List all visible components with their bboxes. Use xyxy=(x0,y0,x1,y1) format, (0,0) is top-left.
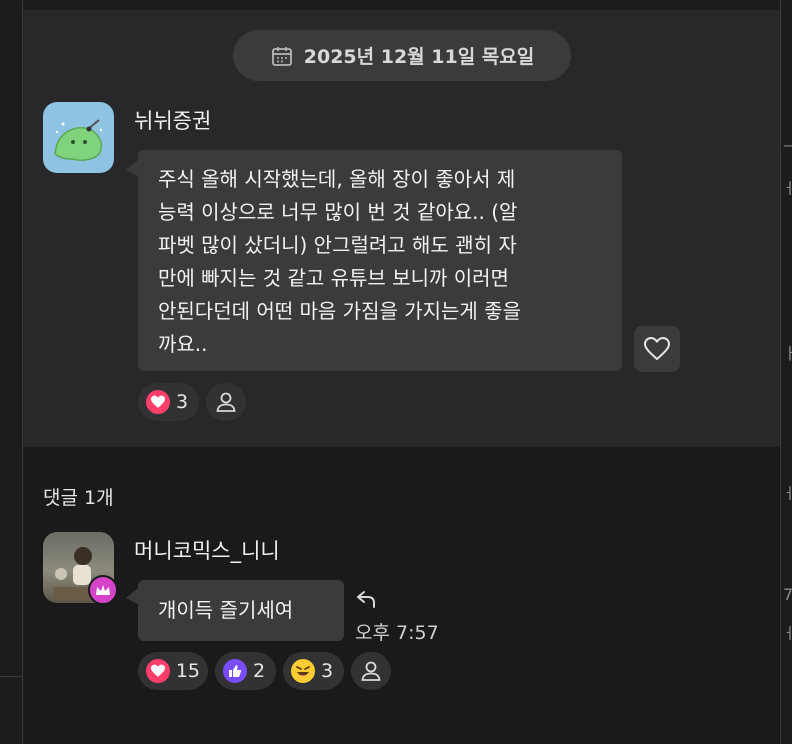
grinning-face-reaction-icon xyxy=(291,659,315,683)
clipped-text: ㅔ xyxy=(783,620,792,644)
heart-outline-icon xyxy=(644,337,670,361)
reply-button[interactable] xyxy=(355,589,377,609)
post-text-line: 주식 올해 시작했는데, 올해 장이 좋아서 제 xyxy=(158,167,516,191)
clipped-text: ㅡ xyxy=(783,133,792,157)
reaction-thumbs-up[interactable]: 2 xyxy=(215,652,276,690)
comment-author-name[interactable]: 머니코믹스_니니 xyxy=(134,535,280,565)
like-button[interactable] xyxy=(634,326,680,372)
bubble-tail xyxy=(126,588,138,604)
reaction-count: 3 xyxy=(176,391,189,413)
post-text-line: 까요.. xyxy=(158,332,208,356)
clipped-text: ㅏ xyxy=(783,340,792,364)
comment-bubble: 개이득 즐기세여 xyxy=(138,580,344,641)
post-text-line: 파벳 많이 샀더니) 안그럴려고 해도 괜히 자 xyxy=(158,233,517,257)
bubble-tail xyxy=(126,160,138,176)
reaction-count: 15 xyxy=(175,660,200,682)
person-icon xyxy=(216,392,236,412)
person-icon xyxy=(361,661,381,681)
calendar-icon xyxy=(271,46,292,66)
post-author-avatar[interactable] xyxy=(43,102,114,173)
heart-reaction-icon xyxy=(146,390,170,414)
chat-thread: 2025년 12월 11일 목요일 뉘뉘증권 주식 올해 시작했는데, 올해 장… xyxy=(23,0,780,744)
post-text-line: 안된다던데 어떤 마음 가짐을 가지는게 좋을 xyxy=(158,299,521,323)
comments-count-label: 댓글 1개 xyxy=(43,487,114,509)
add-reaction-button[interactable] xyxy=(351,652,391,690)
creature-avatar-icon xyxy=(54,119,103,162)
clipped-text: 7 xyxy=(783,585,792,604)
heart-reaction-icon xyxy=(146,659,170,683)
reaction-heart[interactable]: 15 xyxy=(138,652,208,690)
post-text-line: 능력 이상으로 너무 많이 번 것 같아요.. (알 xyxy=(158,200,518,224)
post-section: 2025년 12월 11일 목요일 뉘뉘증권 주식 올해 시작했는데, 올해 장… xyxy=(23,0,780,447)
date-label: 2025년 12월 11일 목요일 xyxy=(303,46,535,68)
right-panel-edge: ㅡ ㅔ ㅏ ㅔ 7 ㅔ xyxy=(780,0,792,744)
post-bubble: 주식 올해 시작했는데, 올해 장이 좋아서 제 능력 이상으로 너무 많이 번… xyxy=(138,150,622,371)
comment-time: 오후 7:57 xyxy=(355,622,439,644)
reply-arrow-icon xyxy=(357,591,375,608)
reaction-grinning-face[interactable]: 3 xyxy=(283,652,344,690)
post-text-line: 만에 빠지는 것 같고 유튜브 보니까 이러면 xyxy=(158,266,509,290)
reaction-count: 3 xyxy=(321,660,334,682)
date-divider: 2025년 12월 11일 목요일 xyxy=(233,30,571,81)
reaction-heart[interactable]: 3 xyxy=(138,383,199,421)
crown-badge-icon xyxy=(88,575,118,605)
clipped-text: ㅔ xyxy=(783,175,792,199)
thumbs-up-reaction-icon xyxy=(223,659,247,683)
comment-text: 개이득 즐기세여 xyxy=(158,598,294,622)
add-reaction-button[interactable] xyxy=(206,383,246,421)
post-author-name[interactable]: 뉘뉘증권 xyxy=(134,105,211,135)
left-panel-edge xyxy=(0,0,23,744)
clipped-text: ㅔ xyxy=(783,480,792,504)
reaction-count: 2 xyxy=(253,660,266,682)
